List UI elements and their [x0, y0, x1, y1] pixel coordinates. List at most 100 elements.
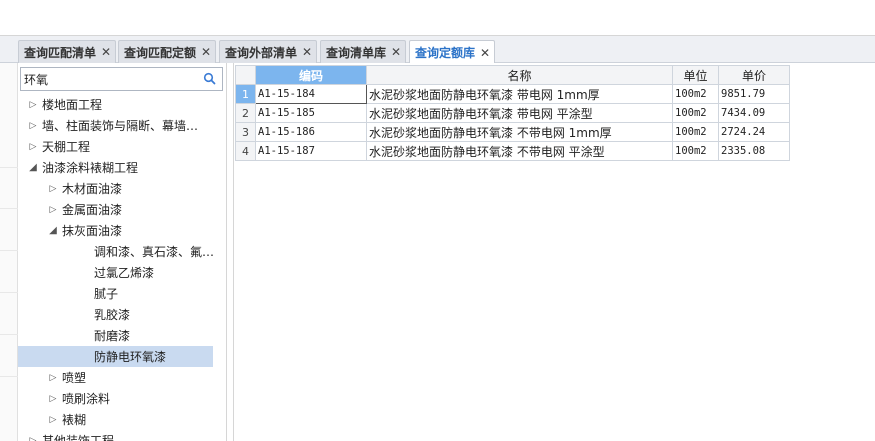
table-row[interactable]: 3 A1-15-186 水泥砂浆地面防静电环氧漆 不带电网 1mm厚 100m2 272… — [235, 122, 790, 142]
cell-code[interactable]: A1-15-187 — [255, 141, 367, 161]
search-icon[interactable] — [202, 71, 218, 87]
tree-item[interactable]: 调和漆、真石漆、氟… — [18, 241, 215, 262]
cell-code[interactable]: A1-15-186 — [255, 122, 367, 142]
cell-name[interactable]: 水泥砂浆地面防静电环氧漆 不带电网 1mm厚 — [366, 122, 673, 142]
tab-bar: 查询匹配清单 ✕ 查询匹配定额 ✕ 查询外部清单 ✕ 查询清单库 ✕ 查询定额库… — [0, 36, 875, 64]
chevron-right-icon[interactable]: ▷ — [48, 415, 58, 425]
search-input[interactable] — [24, 70, 199, 88]
chevron-right-icon[interactable]: ▷ — [48, 394, 58, 404]
tree-item-label: 喷刷涂料 — [62, 392, 111, 406]
table-row[interactable]: 2 A1-15-185 水泥砂浆地面防静电环氧漆 带电网 平涂型 100m2 7434.… — [235, 103, 790, 123]
cell-code[interactable]: A1-15-184 — [255, 84, 367, 104]
tab-query-matched-quota[interactable]: 查询匹配定额 ✕ — [118, 40, 216, 63]
cell-price[interactable]: 7434.09 — [718, 103, 790, 123]
search-box[interactable] — [20, 67, 223, 91]
column-header-price[interactable]: 单价 — [718, 65, 790, 85]
cell-unit[interactable]: 100m2 — [672, 84, 719, 104]
query-window: 查询匹配清单 ✕ 查询匹配定额 ✕ 查询外部清单 ✕ 查询清单库 ✕ 查询定额库… — [0, 0, 875, 441]
tree-item-label: 乳胶漆 — [94, 308, 131, 322]
tree-item[interactable]: ▷ 天棚工程 — [18, 136, 215, 157]
tree-item-label: 抹灰面油漆 — [62, 224, 123, 238]
tree-item-label: 天棚工程 — [42, 140, 91, 154]
chevron-right-icon[interactable]: ▷ — [48, 184, 58, 194]
category-tree: ▷ 楼地面工程 ▷ 墙、柱面装饰与隔断、幕墙… ▷ 天棚工程 ◢ 油漆涂料裱糊工程 ▷ 木材面油漆… — [18, 94, 215, 441]
cell-unit[interactable]: 100m2 — [672, 141, 719, 161]
tree-item[interactable]: 耐磨漆 — [18, 325, 215, 346]
tree-item[interactable]: 乳胶漆 — [18, 304, 215, 325]
tab-label: 查询定额库 — [415, 46, 476, 60]
tree-item[interactable]: 腻子 — [18, 283, 215, 304]
tab-query-quota-library[interactable]: 查询定额库 ✕ — [409, 40, 495, 64]
top-panel — [0, 0, 875, 36]
tree-item-label: 腻子 — [94, 287, 119, 301]
table-row[interactable]: 4 A1-15-187 水泥砂浆地面防静电环氧漆 不带电网 平涂型 100m2 2335… — [235, 141, 790, 161]
cell-name[interactable]: 水泥砂浆地面防静电环氧漆 带电网 平涂型 — [366, 103, 673, 123]
cell-price[interactable]: 2724.24 — [718, 122, 790, 142]
chevron-right-icon[interactable]: ▷ — [28, 142, 38, 152]
table-row[interactable]: 1 A1-15-184 水泥砂浆地面防静电环氧漆 带电网 1mm厚 100m2 9851… — [235, 84, 790, 104]
close-icon[interactable]: ✕ — [391, 46, 401, 58]
tree-item[interactable]: 防静电环氧漆 — [18, 346, 213, 367]
tab-label: 查询清单库 — [326, 45, 387, 60]
tree-item[interactable]: ◢ 抹灰面油漆 — [18, 220, 215, 241]
tree-item[interactable]: ▷ 裱糊 — [18, 409, 215, 430]
tree-item-label: 楼地面工程 — [42, 98, 103, 112]
row-number[interactable]: 3 — [235, 122, 256, 142]
row-number[interactable]: 1 — [235, 84, 256, 104]
tree-item[interactable]: ▷ 喷塑 — [18, 367, 215, 388]
tree-item-label: 木材面油漆 — [62, 182, 123, 196]
column-header-code[interactable]: 编码 — [255, 65, 367, 85]
tab-label: 查询外部清单 — [225, 45, 298, 60]
close-icon[interactable]: ✕ — [201, 46, 211, 58]
tree-item-label: 裱糊 — [62, 413, 87, 427]
tree-item-label: 油漆涂料裱糊工程 — [42, 161, 139, 175]
cell-unit[interactable]: 100m2 — [672, 103, 719, 123]
row-number[interactable]: 2 — [235, 103, 256, 123]
chevron-down-icon[interactable]: ◢ — [28, 162, 38, 173]
row-number-header — [235, 65, 256, 85]
tree-item[interactable]: ▷ 墙、柱面装饰与隔断、幕墙… — [18, 115, 215, 136]
tab-query-bill-library[interactable]: 查询清单库 ✕ — [320, 40, 406, 63]
tree-item[interactable]: ▷ 金属面油漆 — [18, 199, 215, 220]
tab-label: 查询匹配定额 — [124, 45, 197, 60]
chevron-right-icon[interactable]: ▷ — [28, 436, 38, 441]
chevron-right-icon[interactable]: ▷ — [48, 205, 58, 215]
left-edge-strip — [0, 63, 18, 441]
chevron-right-icon[interactable]: ▷ — [28, 100, 38, 110]
tab-query-external-bill[interactable]: 查询外部清单 ✕ — [219, 40, 317, 63]
close-icon[interactable]: ✕ — [302, 46, 312, 58]
tree-item-label: 过氯乙烯漆 — [94, 266, 155, 280]
tree-item-label: 耐磨漆 — [94, 329, 131, 343]
chevron-right-icon[interactable]: ▷ — [28, 121, 38, 131]
cell-unit[interactable]: 100m2 — [672, 122, 719, 142]
close-icon[interactable]: ✕ — [101, 46, 111, 58]
row-number[interactable]: 4 — [235, 141, 256, 161]
tree-item[interactable]: 过氯乙烯漆 — [18, 262, 215, 283]
quota-grid-panel: 编码 名称 单位 单价 1 A1-15-184 水泥砂浆地面防静电环氧漆 带电网 1… — [233, 63, 875, 441]
grid-header-row: 编码 名称 单位 单价 — [235, 65, 790, 85]
tree-item-label: 喷塑 — [62, 371, 87, 385]
tree-item[interactable]: ▷ 木材面油漆 — [18, 178, 215, 199]
tree-item[interactable]: ▷ 喷刷涂料 — [18, 388, 215, 409]
cell-name[interactable]: 水泥砂浆地面防静电环氧漆 带电网 1mm厚 — [366, 84, 673, 104]
tree-item-label: 防静电环氧漆 — [94, 350, 167, 364]
quota-grid: 编码 名称 单位 单价 1 A1-15-184 水泥砂浆地面防静电环氧漆 带电网 1… — [235, 65, 790, 161]
chevron-right-icon[interactable]: ▷ — [48, 373, 58, 383]
cell-price[interactable]: 9851.79 — [718, 84, 790, 104]
tree-item-label: 其他装饰工程 — [42, 434, 115, 441]
tab-query-matched-bill[interactable]: 查询匹配清单 ✕ — [18, 40, 116, 63]
chevron-down-icon[interactable]: ◢ — [48, 225, 58, 236]
cell-price[interactable]: 2335.08 — [718, 141, 790, 161]
tab-label: 查询匹配清单 — [24, 45, 97, 60]
tree-item[interactable]: ◢ 油漆涂料裱糊工程 — [18, 157, 215, 178]
category-tree-panel: ▷ 楼地面工程 ▷ 墙、柱面装饰与隔断、幕墙… ▷ 天棚工程 ◢ 油漆涂料裱糊工程 ▷ 木材面油漆… — [18, 63, 227, 441]
tree-item-label: 金属面油漆 — [62, 203, 123, 217]
close-icon[interactable]: ✕ — [480, 47, 490, 59]
column-header-unit[interactable]: 单位 — [672, 65, 719, 85]
tree-item[interactable]: ▷ 其他装饰工程 — [18, 430, 215, 441]
tree-item[interactable]: ▷ 楼地面工程 — [18, 94, 215, 115]
cell-name[interactable]: 水泥砂浆地面防静电环氧漆 不带电网 平涂型 — [366, 141, 673, 161]
column-header-name[interactable]: 名称 — [366, 65, 673, 85]
cell-code[interactable]: A1-15-185 — [255, 103, 367, 123]
tree-item-label: 墙、柱面装饰与隔断、幕墙… — [42, 119, 199, 133]
